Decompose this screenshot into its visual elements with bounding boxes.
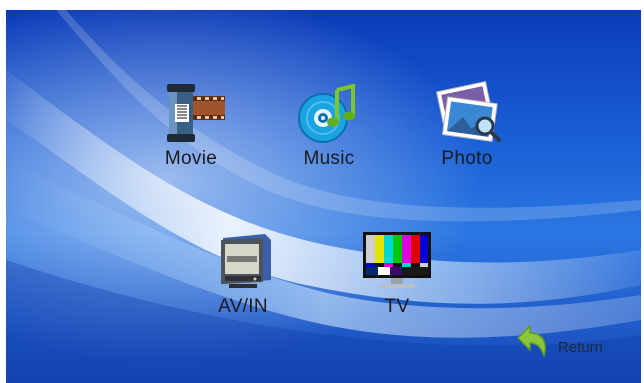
return-label: Return bbox=[558, 339, 604, 356]
music-disc-icon bbox=[291, 80, 367, 146]
menu-item-label: Photo bbox=[441, 148, 493, 169]
photo-icon bbox=[429, 80, 505, 146]
media-menu-panel: Movie Music Photo AV/IN TV Return bbox=[6, 10, 641, 383]
menu-item-label: Movie bbox=[164, 148, 218, 169]
film-reel-icon bbox=[153, 80, 229, 146]
menu-item-label: TV bbox=[384, 296, 410, 317]
return-button[interactable]: Return bbox=[510, 320, 626, 364]
return-arrow-icon bbox=[517, 325, 546, 357]
menu-item-label: AV/IN bbox=[218, 296, 268, 317]
screen: Movie Music Photo AV/IN TV Return bbox=[0, 0, 644, 383]
menu-item-label: Music bbox=[303, 148, 355, 169]
menu-item-av-in[interactable]: AV/IN bbox=[188, 228, 298, 318]
tv-test-pattern-icon bbox=[359, 228, 435, 294]
crt-monitor-icon bbox=[205, 228, 281, 294]
menu-item-movie[interactable]: Movie bbox=[136, 80, 246, 170]
menu-item-photo[interactable]: Photo bbox=[412, 80, 522, 170]
menu-item-music[interactable]: Music bbox=[274, 80, 384, 170]
menu-item-tv[interactable]: TV bbox=[342, 228, 452, 318]
